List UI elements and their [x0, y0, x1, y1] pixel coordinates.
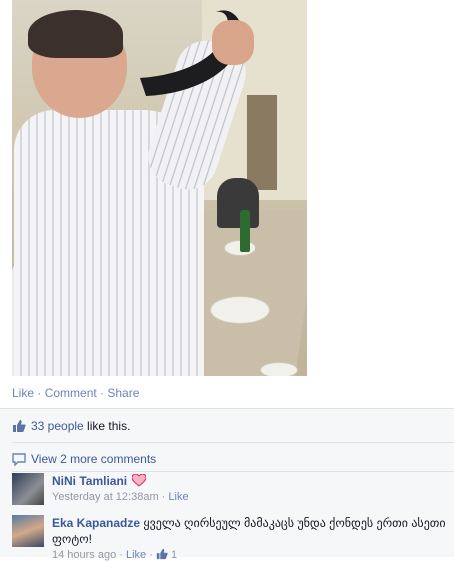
feedback-panel: 33 people like this. View 2 more comment…: [0, 408, 454, 561]
comment-timestamp[interactable]: Yesterday at 12:38am: [52, 491, 159, 503]
photo-plate: [210, 296, 270, 324]
photo-background-person: [217, 178, 259, 228]
divider: [12, 471, 454, 472]
comment-meta: Yesterday at 12:38am · Like: [52, 491, 189, 503]
divider: [12, 442, 454, 443]
view-more-comments[interactable]: View 2 more comments: [12, 452, 156, 466]
avatar[interactable]: [12, 515, 44, 547]
photo-man-hair: [28, 10, 123, 58]
view-more-label: View 2 more comments: [31, 452, 157, 466]
photo-door: [247, 95, 277, 190]
likers-link[interactable]: 33 people: [31, 419, 84, 433]
likes-summary: 33 people like this.: [12, 419, 130, 433]
thumbs-up-icon: [156, 548, 168, 560]
comment-timestamp[interactable]: 14 hours ago: [52, 549, 116, 561]
comment-item: NiNi Tamliani Yesterday at 12:38am · Lik…: [12, 473, 189, 505]
photo-man-hand: [212, 20, 254, 65]
heart-icon: [131, 473, 147, 487]
post-actions: Like · Comment · Share: [12, 386, 139, 400]
photo-plate: [260, 362, 298, 376]
comment-meta: 14 hours ago · Like · 1: [52, 548, 178, 561]
like-link[interactable]: Like: [12, 386, 34, 400]
thumbs-up-icon: [13, 420, 26, 432]
comment-author[interactable]: NiNi Tamliani: [52, 474, 127, 488]
comment-link[interactable]: Comment: [45, 386, 97, 400]
post-photo[interactable]: [12, 0, 307, 376]
comment-body: NiNi Tamliani Yesterday at 12:38am · Lik…: [52, 473, 189, 505]
comment-bubble-icon: [12, 453, 26, 466]
avatar[interactable]: [12, 473, 44, 505]
comment-author[interactable]: Eka Kapanadze: [52, 516, 140, 530]
separator: ·: [96, 386, 108, 400]
photo-bottle: [240, 210, 250, 252]
likes-suffix: like this.: [83, 419, 131, 433]
separator: ·: [34, 386, 45, 400]
comment-like-link[interactable]: Like: [126, 549, 146, 561]
share-link[interactable]: Share: [107, 386, 139, 400]
comment-like-link[interactable]: Like: [168, 491, 188, 503]
comment-like-count[interactable]: 1: [171, 549, 177, 561]
